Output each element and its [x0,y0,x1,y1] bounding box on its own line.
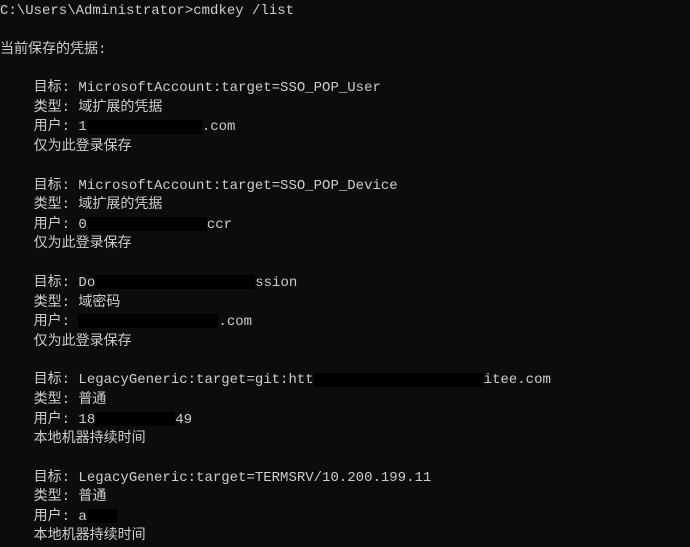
header: 当前保存的凭据: [0,42,106,58]
redacted-block [87,217,207,231]
target-label: 目标: [34,470,70,486]
entry-user-line: 用户: a [0,508,690,528]
prompt-line: C:\Users\Administrator>cmdkey /list [0,2,690,22]
entry-persist-line: 仅为此登录保存 [0,235,690,255]
blank-line [0,22,690,41]
entry-persist-line: 本地机器持续时间 [0,430,690,450]
target-value: MicrosoftAccount:target=SSO_POP_Device [78,178,397,194]
target-suffix: ssion [255,275,297,291]
entry-persist-line: 仅为此登录保存 [0,333,690,353]
blank-line [0,255,690,274]
entry-target-line: 目标: MicrosoftAccount:target=SSO_POP_User [0,79,690,99]
user-label: 用户: [34,119,70,135]
entry-type-line: 类型: 普通 [0,488,690,508]
user-label: 用户: [34,412,70,428]
entry-type-line: 类型: 普通 [0,391,690,411]
type-label: 类型: [34,100,70,116]
target-label: 目标: [34,372,70,388]
entry-type-line: 类型: 域扩展的凭据 [0,196,690,216]
entry-target-line: 目标: Do ssion [0,274,690,294]
user-suffix: .com [202,119,236,135]
redacted-block [78,314,218,328]
type-value: 普通 [78,489,106,505]
type-label: 类型: [34,295,70,311]
target-prefix: LegacyGeneric:target=git:htt [78,372,313,388]
persist-value: 本地机器持续时间 [34,431,146,447]
persist-value: 仅为此登录保存 [34,334,132,350]
persist-value: 仅为此登录保存 [34,236,132,252]
target-label: 目标: [34,80,70,96]
target-value: LegacyGeneric:target=TERMSRV/10.200.199.… [78,470,431,486]
user-prefix: 1 [78,119,86,135]
redacted-block [87,509,117,523]
user-label: 用户: [34,217,70,233]
header-line: 当前保存的凭据: [0,41,690,61]
blank-line [0,450,690,469]
type-value: 域密码 [78,295,120,311]
blank-line [0,158,690,177]
entry-user-line: 用户: 0 ccr [0,216,690,236]
entry-persist-line: 仅为此登录保存 [0,138,690,158]
target-value: MicrosoftAccount:target=SSO_POP_User [78,80,380,96]
persist-value: 仅为此登录保存 [34,139,132,155]
user-suffix: .com [218,314,252,330]
prompt: C:\Users\Administrator> [0,3,193,19]
user-label: 用户: [34,314,70,330]
user-suffix: ccr [207,217,232,233]
entry-target-line: 目标: LegacyGeneric:target=git:htt itee.com [0,371,690,391]
entry-user-line: 用户: 18 49 [0,411,690,431]
type-value: 域扩展的凭据 [78,197,162,213]
persist-value: 本地机器持续时间 [34,528,146,544]
target-prefix: Do [78,275,95,291]
entry-type-line: 类型: 域扩展的凭据 [0,99,690,119]
user-prefix: 0 [78,217,86,233]
redacted-block [95,412,175,426]
user-suffix: 49 [175,412,192,428]
type-label: 类型: [34,197,70,213]
type-label: 类型: [34,489,70,505]
user-prefix: 18 [78,412,95,428]
target-label: 目标: [34,275,70,291]
type-label: 类型: [34,392,70,408]
entry-target-line: 目标: MicrosoftAccount:target=SSO_POP_Devi… [0,177,690,197]
target-suffix: itee.com [484,372,551,388]
command: cmdkey /list [193,3,294,19]
redacted-block [95,275,255,289]
entry-type-line: 类型: 域密码 [0,294,690,314]
entry-target-line: 目标: LegacyGeneric:target=TERMSRV/10.200.… [0,469,690,489]
redacted-block [87,120,202,134]
target-label: 目标: [34,178,70,194]
type-value: 普通 [78,392,106,408]
type-value: 域扩展的凭据 [78,100,162,116]
entry-persist-line: 本地机器持续时间 [0,527,690,547]
blank-line [0,352,690,371]
redacted-block [314,373,484,387]
blank-line [0,60,690,79]
entry-user-line: 用户: .com [0,313,690,333]
entry-user-line: 用户: 1 .com [0,118,690,138]
